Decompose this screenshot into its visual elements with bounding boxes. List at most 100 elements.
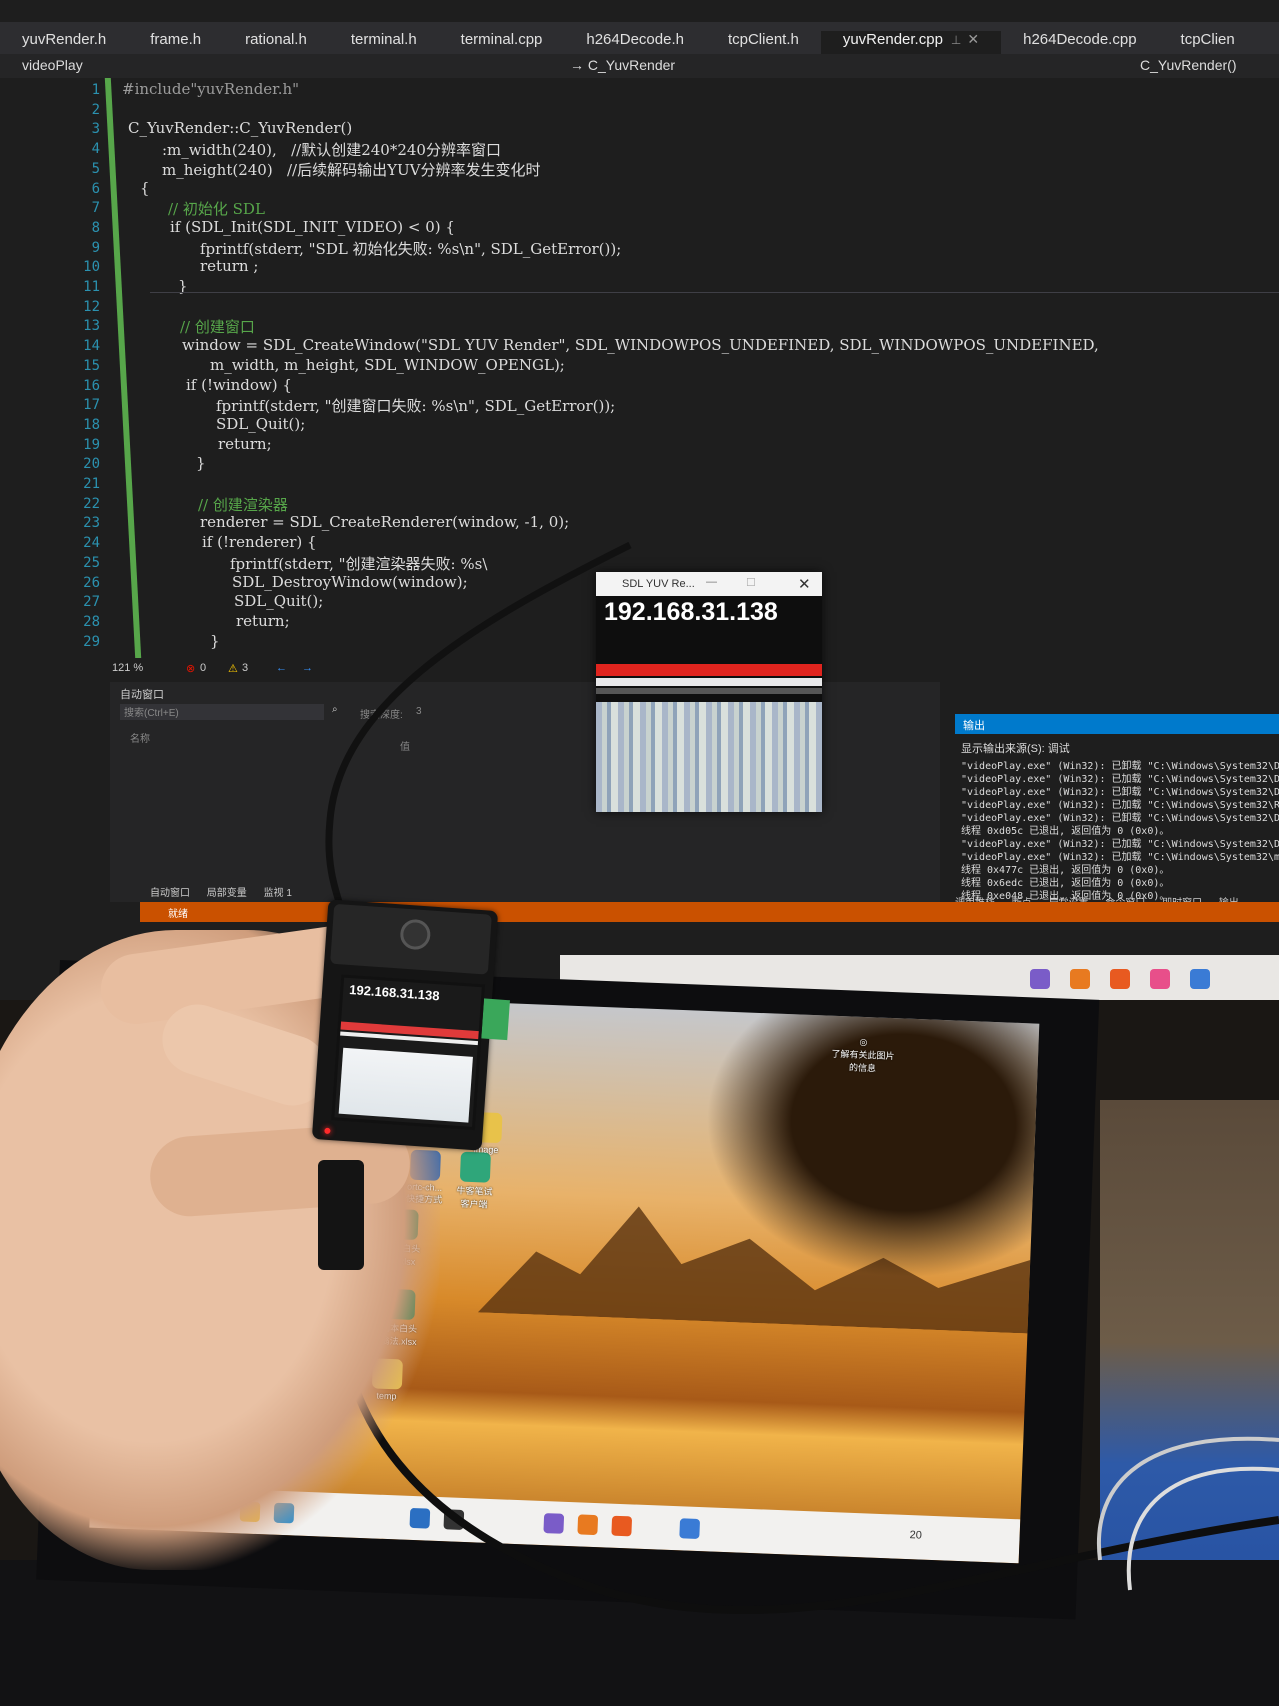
tab-terminal-h[interactable]: terminal.h — [329, 31, 439, 54]
code-line[interactable]: fprintf(stderr, "创建窗口失败: %s\n", SDL_GetE… — [216, 395, 615, 416]
line-number: 24 — [83, 535, 100, 552]
code-line[interactable]: return; — [218, 435, 272, 453]
code-line[interactable]: window = SDL_CreateWindow("SDL YUV Rende… — [182, 336, 1099, 354]
code-line[interactable]: { — [140, 179, 150, 197]
code-line[interactable]: SDL_Quit(); — [234, 592, 323, 610]
app-icon[interactable] — [611, 1515, 633, 1537]
warning-count: 3 — [242, 662, 249, 674]
tab-autos[interactable]: 自动窗口 — [150, 888, 190, 899]
tab-rational-h[interactable]: rational.h — [223, 31, 329, 54]
back-arrow-icon[interactable]: ← — [276, 662, 287, 674]
search-depth-label: 搜索深度: — [360, 710, 403, 721]
output-line: "videoPlay.exe" (Win32): 已加载 "C:\Windows… — [961, 839, 1279, 850]
output-line: "videoPlay.exe" (Win32): 已卸载 "C:\Windows… — [961, 787, 1279, 798]
output-panel: 输出 显示输出来源(S): 调试 "videoPlay.exe" (Win32)… — [955, 714, 1279, 914]
line-number: 13 — [83, 318, 100, 335]
code-line[interactable]: return ; — [200, 257, 258, 275]
code-line[interactable]: // 初始化 SDL — [168, 198, 265, 219]
app-icon[interactable] — [1110, 969, 1130, 989]
search-tool-icon[interactable] — [577, 1514, 599, 1536]
code-line[interactable]: renderer = SDL_CreateRenderer(window, -1… — [200, 513, 569, 531]
minimize-icon[interactable]: — — [706, 576, 717, 588]
close-icon[interactable]: ✕ — [967, 31, 979, 47]
sdl-window-titlebar[interactable]: SDL YUV Re... — ☐ ✕ — [596, 572, 822, 596]
navigation-bar: videoPlay → C_YuvRender C_YuvRender() — [0, 54, 1279, 78]
tab-yuvrender-h[interactable]: yuvRender.h — [0, 31, 128, 54]
code-line[interactable]: C_YuvRender::C_YuvRender() — [128, 119, 352, 137]
output-source[interactable]: 显示输出来源(S): 调试 — [961, 740, 1070, 756]
green-tape — [479, 998, 510, 1041]
power-led — [324, 1127, 331, 1135]
code-line[interactable]: // 创建窗口 — [180, 316, 255, 337]
error-icon[interactable]: ⊗ — [186, 662, 195, 675]
editor-divider — [150, 292, 1279, 293]
tab-locals[interactable]: 局部变量 — [207, 888, 247, 899]
code-line[interactable]: m_height(240) //后续解码输出YUV分辨率发生变化时 — [162, 159, 540, 180]
code-line[interactable]: m_width, m_height, SDL_WINDOW_OPENGL); — [210, 356, 565, 374]
output-line: "videoPlay.exe" (Win32): 已加载 "C:\Windows… — [961, 852, 1279, 863]
search-depth-value[interactable]: 3 — [416, 706, 422, 717]
member-dropdown[interactable]: C_YuvRender() — [1140, 57, 1237, 73]
video-frame-preview — [596, 702, 822, 812]
line-number: 27 — [83, 594, 100, 611]
tab-tcpclient-h[interactable]: tcpClient.h — [706, 31, 821, 54]
app-icon[interactable] — [679, 1518, 701, 1540]
line-number: 11 — [83, 279, 100, 295]
output-source-value[interactable]: 调试 — [1048, 743, 1070, 755]
desktop-icon[interactable]: 牛客笔试客户端 — [452, 1151, 498, 1211]
vs-status-bar: 就绪 — [140, 902, 1279, 922]
wallpaper-info-link[interactable]: ◎ 了解有关此图片的信息 — [827, 1036, 898, 1076]
code-line[interactable]: :m_width(240), //默认创建240*240分辨率窗口 — [162, 139, 501, 160]
lcd-frame — [338, 1047, 473, 1123]
terminal-icon[interactable] — [443, 1509, 465, 1530]
line-number: 29 — [83, 633, 100, 650]
project-dropdown[interactable]: videoPlay — [22, 57, 83, 73]
code-line[interactable]: SDL_DestroyWindow(window); — [232, 573, 468, 591]
code-line[interactable]: SDL_Quit(); — [216, 415, 305, 433]
code-line[interactable]: #include"yuvRender.h" — [122, 80, 299, 98]
line-number: 1 — [91, 82, 100, 98]
tab-yuvrender-cpp[interactable]: yuvRender.cpp ⊥ ✕ — [820, 31, 1002, 54]
close-icon[interactable]: ✕ — [798, 575, 811, 593]
visual-studio-icon[interactable] — [543, 1513, 565, 1534]
pin-icon[interactable]: ⊥ — [951, 33, 961, 47]
tab-watch-1[interactable]: 监视 1 — [264, 888, 292, 899]
autos-search-input[interactable]: 搜索(Ctrl+E) — [120, 704, 324, 720]
search-tool-icon[interactable] — [1070, 969, 1090, 989]
tab-h264decode-cpp[interactable]: h264Decode.cpp — [1001, 31, 1158, 54]
vscode-icon[interactable] — [409, 1507, 431, 1529]
line-number: 23 — [83, 515, 100, 532]
taskbar-clock[interactable]: 20 — [909, 1529, 922, 1541]
line-number: 25 — [83, 554, 100, 571]
sdl-yuv-window[interactable]: SDL YUV Re... — ☐ ✕ 192.168.31.138 — [596, 572, 822, 812]
code-line[interactable]: fprintf(stderr, "创建渲染器失败: %s\ — [230, 553, 487, 574]
class-scope-dropdown[interactable]: → C_YuvRender — [570, 57, 675, 73]
forward-arrow-icon[interactable]: → — [302, 662, 313, 674]
warning-icon[interactable]: ⚠ — [228, 662, 238, 675]
error-count: 0 — [200, 662, 207, 674]
visual-studio-icon[interactable] — [1030, 969, 1050, 989]
code-line[interactable]: if (SDL_Init(SDL_INIT_VIDEO) < 0) { — [170, 218, 455, 236]
line-number: 16 — [83, 377, 100, 394]
line-number: 20 — [83, 456, 100, 473]
maximize-icon[interactable]: ☐ — [746, 576, 756, 589]
line-number: 10 — [83, 259, 100, 276]
code-line[interactable]: if (!window) { — [186, 376, 292, 394]
tab-terminal-cpp[interactable]: terminal.cpp — [439, 31, 565, 54]
code-line[interactable]: } — [210, 632, 220, 650]
app-icon[interactable] — [1150, 969, 1170, 989]
code-line[interactable]: return; — [236, 612, 290, 630]
output-source-label: 显示输出来源(S): — [961, 743, 1045, 755]
code-line[interactable]: if (!renderer) { — [202, 533, 317, 551]
app-icon[interactable] — [1190, 969, 1210, 989]
search-icon[interactable]: ⌕ — [332, 704, 338, 715]
code-line[interactable]: } — [196, 454, 206, 472]
tab-frame-h[interactable]: frame.h — [128, 31, 223, 54]
code-editor[interactable]: 1 2 3 4 5 6 7 8 9 10 11 12 13 14 15 16 17 18 19 20 21 22 23 24 2… — [0, 78, 1279, 658]
code-line[interactable]: // 创建渲染器 — [198, 494, 288, 515]
code-line[interactable]: fprintf(stderr, "SDL 初始化失败: %s\n", SDL_G… — [200, 238, 621, 259]
usb-connector — [318, 1160, 364, 1270]
tab-h264decode-h[interactable]: h264Decode.h — [564, 31, 706, 54]
zoom-level[interactable]: 121 % — [112, 662, 143, 674]
tab-tcpclient-cpp[interactable]: tcpClien — [1159, 31, 1257, 54]
